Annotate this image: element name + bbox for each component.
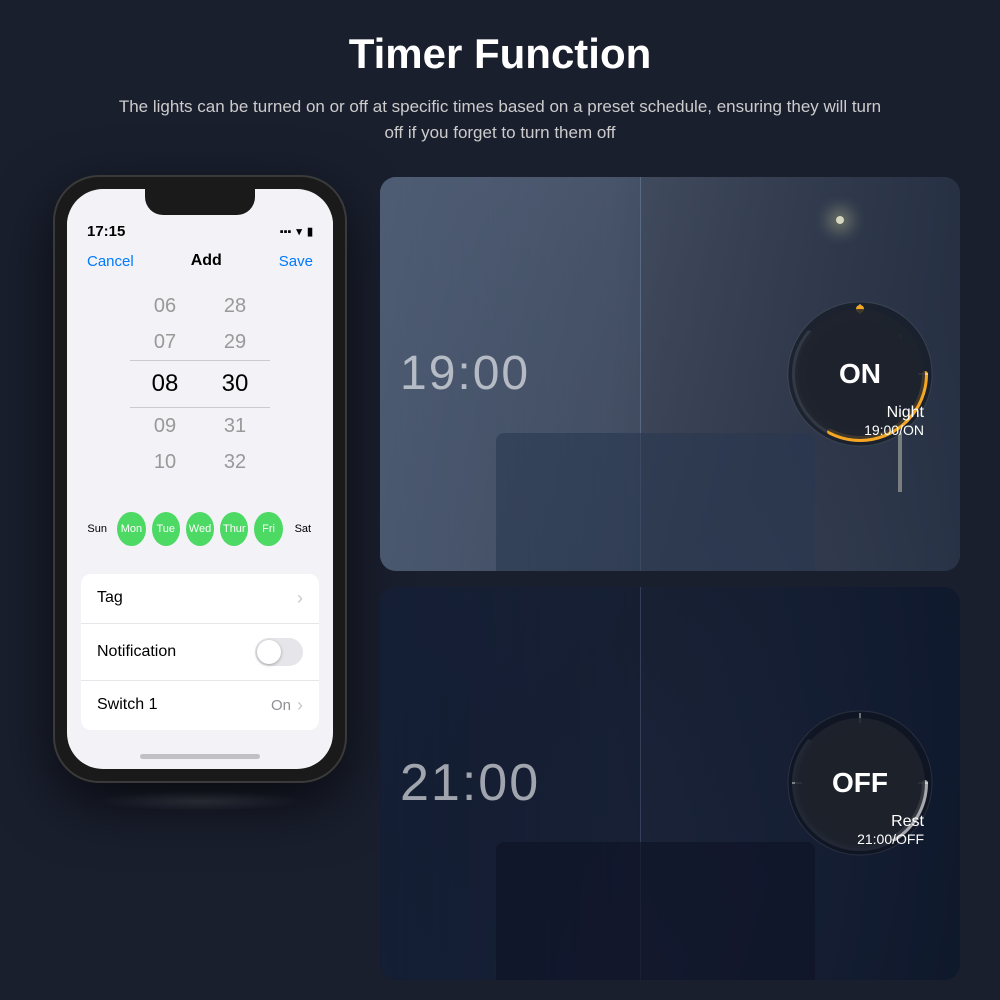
day-tue[interactable]: Tue <box>152 512 180 546</box>
hour-08-selected: 08 <box>130 360 200 408</box>
phone-status-bar: 17:15 ▪▪▪ ▾ ▮ <box>67 215 333 244</box>
minute-28: 28 <box>224 288 246 324</box>
day-mon[interactable]: Mon <box>117 512 145 546</box>
phone-inner: 17:15 ▪▪▪ ▾ ▮ Cancel Add Save <box>67 189 333 769</box>
off-schedule-label: 21:00/OFF <box>857 831 924 847</box>
tag-right <box>297 588 303 609</box>
minute-29: 29 <box>224 324 246 360</box>
wifi-icon: ▾ <box>296 225 302 238</box>
hour-06: 06 <box>154 288 176 324</box>
off-time-display: 21:00 <box>400 753 780 813</box>
day-sun[interactable]: Sun <box>83 512 111 546</box>
on-panel: 19:00 <box>380 177 960 571</box>
minute-picker[interactable]: 28 29 30 31 32 <box>200 288 270 480</box>
status-icons: ▪▪▪ ▾ ▮ <box>280 225 313 238</box>
day-thur[interactable]: Thur <box>220 512 248 546</box>
on-dial-info: Night 19:00/ON <box>848 388 940 454</box>
battery-icon: ▮ <box>307 225 313 238</box>
minute-30-selected: 30 <box>200 360 270 408</box>
home-indicator <box>67 742 333 767</box>
off-state-label: OFF <box>832 767 888 799</box>
off-mode-label: Rest <box>857 813 924 831</box>
notification-toggle[interactable] <box>255 638 303 666</box>
phone-outer: 17:15 ▪▪▪ ▾ ▮ Cancel Add Save <box>55 177 345 781</box>
switch1-row[interactable]: Switch 1 On <box>81 681 319 730</box>
on-mode-label: Night <box>864 404 924 422</box>
hour-10: 10 <box>154 444 176 480</box>
day-fri[interactable]: Fri <box>254 512 282 546</box>
hour-07: 07 <box>154 324 176 360</box>
off-dial-widget: OFF Rest 21:00/OFF <box>780 703 940 863</box>
tag-label: Tag <box>97 589 123 607</box>
minute-31: 31 <box>224 408 246 444</box>
page-wrapper: Timer Function The lights can be turned … <box>0 0 1000 1000</box>
off-panel-content: 21:00 <box>380 587 960 981</box>
minute-32: 32 <box>224 444 246 480</box>
settings-section: Tag Notification Switch 1 <box>81 574 319 730</box>
on-panel-content: 19:00 <box>380 177 960 571</box>
home-bar <box>140 754 260 759</box>
on-time-display: 19:00 <box>400 346 780 401</box>
tag-chevron-icon <box>297 588 303 609</box>
on-schedule-label: 19:00/ON <box>864 422 924 438</box>
switch1-chevron-icon <box>297 695 303 716</box>
add-label: Add <box>191 252 222 270</box>
day-wed[interactable]: Wed <box>186 512 214 546</box>
phone-reflection <box>95 791 305 811</box>
phone-toolbar: Cancel Add Save <box>67 244 333 280</box>
days-row: Sun Mon Tue Wed Thur Fri Sat <box>67 496 333 562</box>
time-picker[interactable]: 06 07 08 09 10 28 29 30 31 32 <box>67 280 333 496</box>
switch1-label: Switch 1 <box>97 696 157 714</box>
on-dial-widget: ON Night 19:00/ON <box>780 294 940 454</box>
toggle-knob <box>257 640 281 664</box>
notification-label: Notification <box>97 643 176 661</box>
cancel-button[interactable]: Cancel <box>87 253 134 270</box>
status-time: 17:15 <box>87 223 125 240</box>
day-sat[interactable]: Sat <box>289 512 317 546</box>
on-state-label: ON <box>839 358 881 390</box>
signal-icon: ▪▪▪ <box>280 226 292 238</box>
switch1-value: On <box>271 697 291 714</box>
content-row: 17:15 ▪▪▪ ▾ ▮ Cancel Add Save <box>40 177 960 980</box>
switch1-right: On <box>271 695 303 716</box>
hour-picker[interactable]: 06 07 08 09 10 <box>130 288 200 480</box>
off-panel: 21:00 <box>380 587 960 981</box>
right-panels: 19:00 <box>380 177 960 980</box>
page-title: Timer Function <box>349 30 652 78</box>
phone-notch <box>145 189 255 215</box>
tag-row[interactable]: Tag <box>81 574 319 624</box>
hour-09: 09 <box>154 408 176 444</box>
page-subtitle: The lights can be turned on or off at sp… <box>110 94 890 145</box>
save-button[interactable]: Save <box>279 253 313 270</box>
off-dial-info: Rest 21:00/OFF <box>841 797 940 863</box>
phone-container: 17:15 ▪▪▪ ▾ ▮ Cancel Add Save <box>40 177 360 980</box>
notification-row[interactable]: Notification <box>81 624 319 681</box>
